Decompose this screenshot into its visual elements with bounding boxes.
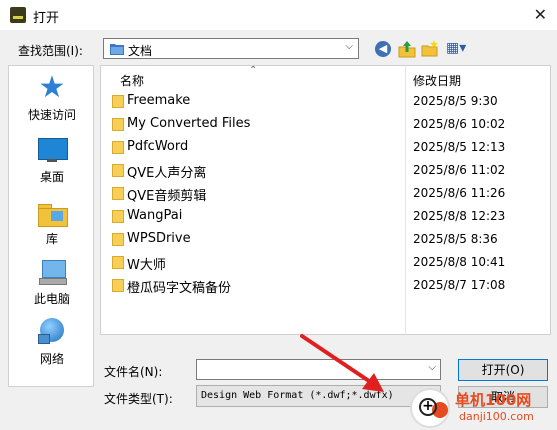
watermark-url: danji100.com — [459, 410, 534, 423]
watermark-logo: + — [410, 388, 450, 428]
annotation-arrow — [300, 334, 384, 392]
watermark-title: 单机100网 — [455, 391, 532, 409]
